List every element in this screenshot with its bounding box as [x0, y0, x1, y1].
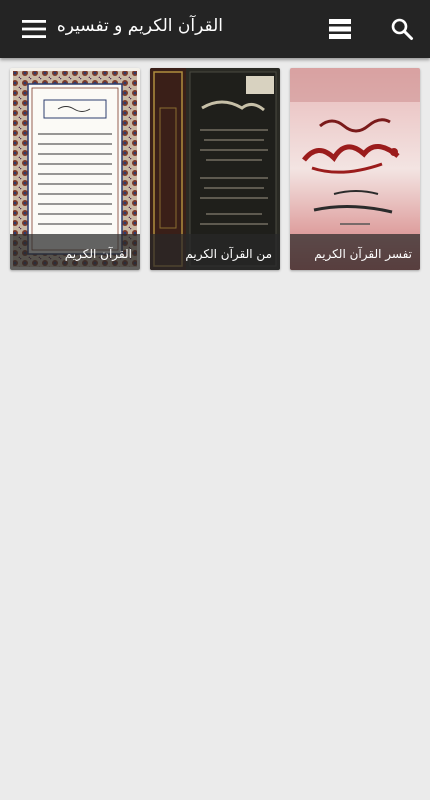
book-card[interactable]: من القرآن الكريم: [150, 68, 280, 270]
book-title: القرآن الكريم: [10, 234, 140, 270]
book-card[interactable]: تفسر القرآن الكريم: [290, 68, 420, 270]
book-title: تفسر القرآن الكريم: [290, 234, 420, 270]
search-button[interactable]: [384, 0, 420, 58]
menu-icon: [22, 20, 46, 38]
book-title: من القرآن الكريم: [150, 234, 280, 270]
book-card[interactable]: القرآن الكريم: [10, 68, 140, 270]
list-icon: [329, 19, 351, 39]
list-view-button[interactable]: [322, 0, 358, 58]
menu-button[interactable]: [14, 0, 54, 58]
search-icon: [391, 18, 413, 40]
app-bar: القرآن الكريم و تفسيره: [0, 0, 430, 58]
page-title: القرآن الكريم و تفسيره: [56, 16, 223, 36]
